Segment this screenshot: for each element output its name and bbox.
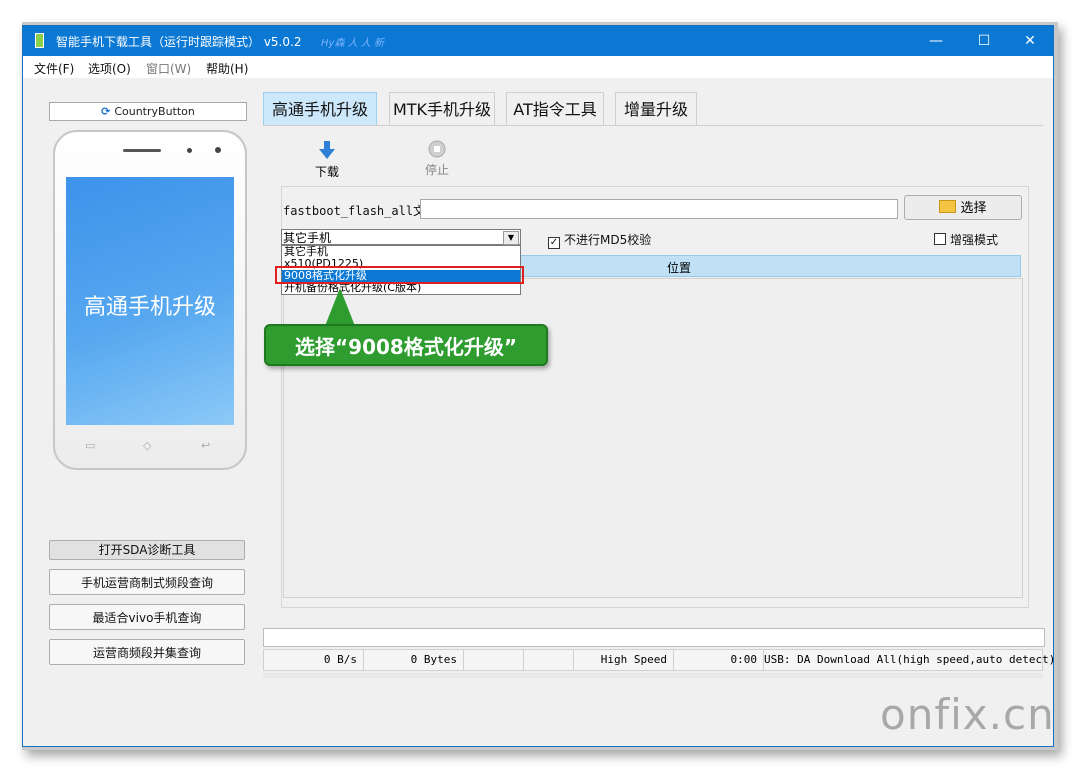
checkbox-checked-icon: ✓	[548, 237, 560, 249]
folder-icon	[939, 200, 957, 213]
fastboot-file-label: fastboot_flash_all文件	[283, 204, 438, 218]
country-button[interactable]: ⟳ CountryButton	[49, 102, 247, 121]
window-title: 智能手机下载工具（运行时跟踪模式） v5.0.2	[56, 35, 302, 49]
app-icon	[35, 33, 44, 48]
minimize-button[interactable]: —	[913, 26, 959, 56]
status-empty-1	[464, 650, 524, 670]
status-bottom-strip	[263, 673, 1043, 678]
enhanced-mode-checkbox[interactable]: 增强模式	[934, 231, 998, 248]
enhanced-mode-label: 增强模式	[950, 233, 999, 247]
tab-mtk-upgrade[interactable]: MTK手机升级	[389, 92, 495, 125]
choose-file-button[interactable]: 选择	[904, 195, 1022, 220]
best-vivo-query-button[interactable]: 最适合vivo手机查询	[49, 604, 245, 630]
brand-watermark: onfix.cn	[880, 690, 1055, 739]
menu-bar: 文件(F) 选项(O) 窗口(W) 帮助(H)	[23, 56, 1053, 78]
column-location[interactable]: 位置	[667, 259, 691, 276]
carrier-band-union-button[interactable]: 运营商频段并集查询	[49, 639, 245, 665]
title-bar: 智能手机下载工具（运行时跟踪模式） v5.0.2 Hy森 人 人 新 — ☐ ✕	[23, 26, 1053, 56]
status-speed: 0 B/s	[264, 650, 364, 670]
carrier-band-query-button[interactable]: 手机运营商制式频段查询	[49, 569, 245, 595]
tab-at-command-tool[interactable]: AT指令工具	[506, 92, 604, 125]
phone-model-value: 其它手机	[283, 231, 332, 245]
chevron-down-icon[interactable]: ▼	[503, 231, 519, 245]
status-empty-2	[524, 650, 574, 670]
tab-divider	[263, 125, 1043, 126]
phone-image: 高通手机升级 ▭ ◇ ↩	[53, 130, 247, 470]
maximize-button[interactable]: ☐	[961, 26, 1007, 56]
phone-speaker	[123, 149, 161, 152]
app-window: 智能手机下载工具（运行时跟踪模式） v5.0.2 Hy森 人 人 新 — ☐ ✕…	[22, 25, 1054, 747]
menu-file[interactable]: 文件(F)	[34, 60, 74, 77]
status-bar: 0 B/s 0 Bytes High Speed 0:00 USB: DA Do…	[263, 649, 1054, 671]
menu-help[interactable]: 帮助(H)	[206, 60, 248, 77]
phone-sensor	[187, 148, 192, 153]
highlight-box	[275, 266, 524, 284]
phone-screen-text: 高通手机升级	[83, 295, 216, 320]
dropdown-option-other[interactable]: 其它手机	[282, 246, 520, 258]
status-mode: High Speed	[574, 650, 674, 670]
refresh-icon: ⟳	[101, 105, 111, 118]
country-button-label: CountryButton	[114, 105, 195, 118]
download-arrow-icon	[319, 141, 335, 159]
back-key-icon: ↩	[201, 439, 211, 452]
tab-qualcomm-upgrade[interactable]: 高通手机升级	[263, 92, 377, 125]
download-button[interactable]: 下载	[307, 140, 347, 180]
close-button[interactable]: ✕	[1007, 26, 1053, 56]
status-usb: USB: DA Download All(high speed,auto det…	[764, 653, 1054, 666]
phone-model-select[interactable]: 其它手机 ▼	[281, 229, 521, 245]
phone-camera	[215, 147, 221, 153]
phone-screen: 高通手机升级	[66, 177, 234, 425]
stop-button[interactable]: 停止	[417, 140, 457, 178]
no-md5-checkbox[interactable]: ✓ 不进行MD5校验	[548, 231, 651, 249]
status-time: 0:00	[674, 650, 764, 670]
menu-window[interactable]: 窗口(W)	[146, 60, 191, 77]
title-watermark: Hy森 人 人 新	[321, 38, 384, 49]
no-md5-label: 不进行MD5校验	[564, 233, 652, 247]
stop-icon	[428, 140, 446, 158]
menu-key-icon: ▭	[85, 439, 96, 452]
download-label: 下载	[314, 165, 339, 179]
choose-file-label: 选择	[960, 201, 987, 216]
progress-bar	[263, 628, 1045, 647]
open-sda-tool-button[interactable]: 打开SDA诊断工具	[49, 540, 245, 560]
fastboot-file-input[interactable]	[420, 199, 898, 219]
checkbox-unchecked-icon	[934, 233, 946, 245]
status-bytes: 0 Bytes	[364, 650, 464, 670]
callout-pointer	[325, 288, 355, 326]
instruction-callout: 选择“9008格式化升级”	[264, 324, 548, 366]
menu-options[interactable]: 选项(O)	[88, 60, 131, 77]
tab-incremental-upgrade[interactable]: 增量升级	[615, 92, 697, 125]
home-key-icon: ◇	[143, 439, 152, 452]
stop-label: 停止	[424, 163, 449, 177]
